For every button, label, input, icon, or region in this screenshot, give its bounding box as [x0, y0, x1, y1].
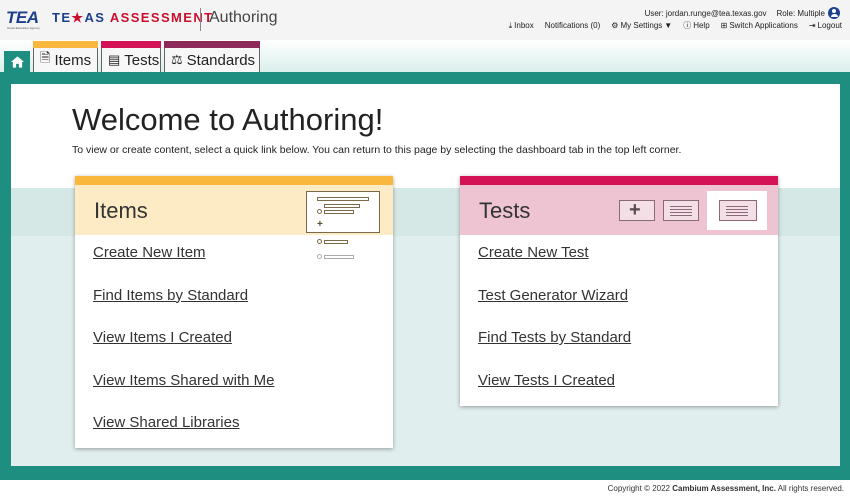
documents-icon: ▤	[108, 52, 121, 67]
tab-standards[interactable]: ⚖ Standards	[164, 41, 260, 72]
role-label: Role: Multiple	[776, 8, 825, 18]
rights-text: All rights reserved.	[775, 484, 844, 493]
texas-assessment-logo: TE★AS ASSESSMENT	[52, 10, 213, 26]
find-items-by-standard-link[interactable]: Find Items by Standard	[93, 287, 274, 305]
switch-apps-icon: ⊞	[720, 21, 728, 30]
view-tests-i-created-link[interactable]: View Tests I Created	[478, 372, 631, 390]
create-new-test-link[interactable]: Create New Test	[478, 244, 631, 262]
switch-apps-label: Switch Applications	[729, 21, 798, 30]
logo-part-as: AS	[84, 10, 110, 25]
illus-bar	[324, 204, 360, 208]
illus-bar	[324, 210, 354, 214]
home-icon	[10, 55, 24, 68]
illus-radio	[317, 254, 322, 259]
document-icon: 🗎	[40, 50, 51, 65]
illus-line	[726, 209, 748, 210]
view-items-shared-with-me-link[interactable]: View Items Shared with Me	[93, 372, 274, 390]
illus-bar	[324, 255, 354, 259]
item-list-illustration-icon: +	[306, 191, 380, 233]
star-icon: ★	[71, 10, 85, 25]
page-subtitle: To view or create content, select a quic…	[72, 144, 682, 156]
plus-icon: +	[317, 219, 323, 230]
items-card-title: Items	[94, 198, 148, 223]
gear-icon: ⚙	[611, 21, 619, 30]
logo-part-te: TE	[52, 10, 72, 25]
settings-label: My Settings	[620, 21, 663, 30]
top-navigation: ⤓ Inbox Notifications (0) ⚙ My Settings …	[498, 20, 842, 31]
footer: Copyright © 2022 Cambium Assessment, Inc…	[608, 484, 844, 493]
user-label: User: jordan.runge@tea.texas.gov	[644, 8, 767, 18]
page-title: Welcome to Authoring!	[72, 102, 384, 137]
plus-icon: +	[629, 199, 641, 221]
tab-standards-label: Standards	[186, 51, 256, 69]
user-info: User: jordan.runge@tea.texas.gov Role: M…	[645, 7, 840, 19]
illus-line	[670, 209, 692, 210]
logo-part-assessment: ASSESSMENT	[109, 10, 214, 25]
test-page-selected-illus	[719, 200, 757, 221]
illus-bar	[324, 240, 348, 244]
download-icon: ⤓	[508, 20, 513, 30]
items-links: Create New Item Find Items by Standard V…	[93, 244, 274, 457]
illus-line	[726, 215, 748, 216]
tests-links: Create New Test Test Generator Wizard Fi…	[478, 244, 631, 414]
create-new-item-link[interactable]: Create New Item	[93, 244, 274, 262]
illus-line	[670, 212, 692, 213]
tests-card-title: Tests	[479, 198, 531, 223]
help-icon: ⓘ	[683, 21, 692, 30]
help-label: Help	[693, 21, 710, 30]
copyright-text: Copyright © 2022	[607, 484, 673, 493]
tea-logo-subtitle: Texas Education Agency	[7, 26, 40, 30]
logout-icon: ⇥	[808, 21, 816, 30]
illus-line	[670, 215, 692, 216]
notifications-label: Notifications (0)	[544, 21, 601, 30]
tab-items[interactable]: 🗎 Items	[33, 41, 98, 72]
logout-link[interactable]: ⇥ Logout	[809, 20, 842, 31]
inbox-link[interactable]: ⤓ Inbox	[509, 20, 534, 31]
illus-line	[670, 206, 692, 207]
caret-down-icon: ▼	[664, 21, 673, 30]
tab-tests-label: Tests	[124, 51, 160, 69]
logout-label: Logout	[817, 21, 842, 30]
test-page-illus	[663, 200, 699, 221]
user-avatar-icon[interactable]	[828, 7, 840, 19]
tab-items-label: Items	[54, 51, 92, 69]
company-name: Cambium Assessment, Inc.	[672, 484, 776, 493]
illus-line	[726, 212, 748, 213]
help-link[interactable]: ⓘ Help	[683, 20, 709, 31]
illus-bar	[317, 197, 369, 201]
view-items-i-created-link[interactable]: View Items I Created	[93, 329, 274, 347]
scales-icon: ⚖	[171, 52, 183, 67]
notifications-link[interactable]: Notifications (0)	[545, 20, 601, 31]
illus-radio	[317, 209, 322, 214]
switch-applications-link[interactable]: ⊞ Switch Applications	[721, 20, 798, 31]
tab-home[interactable]	[4, 51, 30, 72]
view-shared-libraries-link[interactable]: View Shared Libraries	[93, 414, 274, 432]
test-generator-wizard-link[interactable]: Test Generator Wizard	[478, 287, 631, 305]
illus-line	[726, 206, 748, 207]
tab-tests[interactable]: ▤ Tests	[101, 41, 161, 72]
my-settings-dropdown[interactable]: ⚙ My Settings ▼	[611, 20, 672, 31]
app-header: TEA Texas Education Agency TE★AS ASSESSM…	[0, 0, 850, 40]
app-title: Authoring	[209, 9, 278, 26]
inbox-label: Inbox	[514, 21, 534, 30]
header-divider	[200, 8, 201, 31]
add-test-illus: +	[619, 199, 655, 221]
illus-radio	[317, 239, 322, 244]
find-tests-by-standard-link[interactable]: Find Tests by Standard	[478, 329, 631, 347]
tea-logo: TEA	[6, 8, 39, 27]
